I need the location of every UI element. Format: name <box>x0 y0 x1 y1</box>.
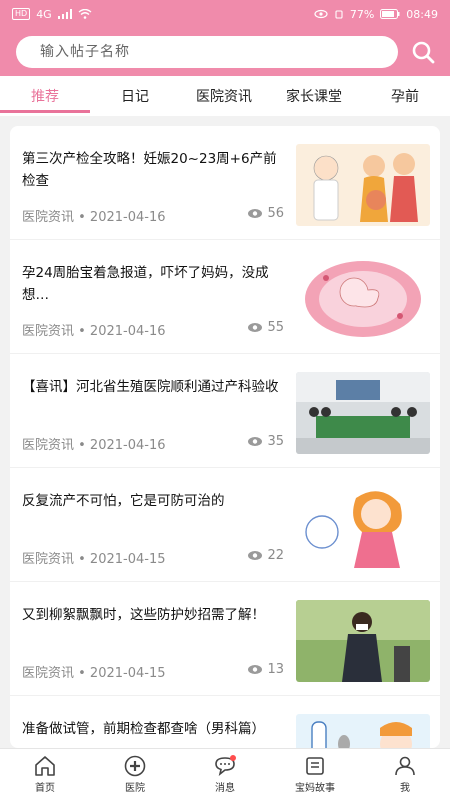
eye-icon <box>248 665 263 674</box>
eye-icon <box>314 9 328 19</box>
article-title: 【喜讯】河北省生殖医院顺利通过产科验收 <box>22 379 279 395</box>
view-count: 35 <box>247 434 284 449</box>
view-count: 13 <box>247 662 284 677</box>
status-bar: HD 4G 77% 08:49 <box>0 0 450 28</box>
nav-home[interactable]: 首页 <box>0 749 90 800</box>
hospital-icon <box>124 755 146 777</box>
tab-hospital-news[interactable]: 医院资讯 <box>180 76 268 116</box>
battery-percent: 77% <box>349 7 375 21</box>
search-input[interactable] <box>16 36 398 68</box>
article-meta: 医院资讯 • 2021-04-15 <box>22 552 166 567</box>
article-meta: 医院资讯 • 2021-04-16 <box>22 210 166 225</box>
article-item[interactable]: 【喜讯】河北省生殖医院顺利通过产科验收 医院资讯 • 2021-04-16 35 <box>10 354 440 468</box>
profile-icon <box>395 756 415 776</box>
article-feed: 第三次产检全攻略！妊娠20~23周+6产前检查 医院资讯 • 2021-04-1… <box>10 126 440 748</box>
article-thumbnail <box>296 372 430 454</box>
eye-icon <box>248 323 263 332</box>
unread-dot <box>229 755 236 761</box>
view-number: 35 <box>267 434 284 449</box>
view-count: 22 <box>247 548 284 563</box>
nav-messages[interactable]: 消息 <box>180 749 270 800</box>
view-number: 22 <box>267 548 284 563</box>
story-icon <box>306 757 324 775</box>
article-meta: 医院资讯 • 2021-04-16 <box>22 324 166 339</box>
tab-parent-class[interactable]: 家长课堂 <box>268 76 360 116</box>
wifi-icon <box>78 9 92 19</box>
article-title: 第三次产检全攻略！妊娠20~23周+6产前检查 <box>22 151 277 189</box>
article-item[interactable]: 第三次产检全攻略！妊娠20~23周+6产前检查 医院资讯 • 2021-04-1… <box>10 126 440 240</box>
eye-icon <box>248 437 263 446</box>
bottom-nav: 首页 医院 消息 宝妈故事 我 <box>0 748 450 800</box>
article-title: 准备做试管，前期检查都查啥（男科篇） <box>22 721 265 737</box>
view-number: 56 <box>267 206 284 221</box>
article-thumbnail <box>296 144 430 226</box>
nav-profile[interactable]: 我 <box>360 749 450 800</box>
clock: 08:49 <box>406 7 438 21</box>
tab-pre-pregnancy[interactable]: 孕前 <box>360 76 450 116</box>
search-button[interactable] <box>408 37 438 67</box>
article-title: 又到柳絮飘飘时，这些防护妙招需了解！ <box>22 607 265 623</box>
article-item[interactable]: 孕24周胎宝着急报道，吓坏了妈妈，没成想… 医院资讯 • 2021-04-16 … <box>10 240 440 354</box>
article-item[interactable]: 反复流产不可怕，它是可防可治的 医院资讯 • 2021-04-15 22 <box>10 468 440 582</box>
view-number: 13 <box>267 662 284 677</box>
view-count: 55 <box>247 320 284 335</box>
article-thumbnail <box>296 600 430 682</box>
home-icon <box>35 756 55 776</box>
hd-indicator: HD <box>12 8 31 20</box>
view-count: 56 <box>247 206 284 221</box>
article-title: 反复流产不可怕，它是可防可治的 <box>22 493 225 509</box>
nav-label: 宝妈故事 <box>295 783 335 794</box>
nav-label: 消息 <box>215 783 235 794</box>
battery-icon <box>380 9 400 19</box>
article-title: 孕24周胎宝着急报道，吓坏了妈妈，没成想… <box>22 265 269 303</box>
signal-label: 4G <box>36 7 52 21</box>
signal-icon <box>57 9 72 19</box>
article-thumbnail <box>296 486 430 568</box>
eye-icon <box>248 209 263 218</box>
search-header <box>0 28 450 76</box>
nav-label: 首页 <box>35 783 55 794</box>
search-icon <box>412 41 435 64</box>
article-item[interactable]: 准备做试管，前期检查都查啥（男科篇） <box>10 696 440 748</box>
article-meta: 医院资讯 • 2021-04-16 <box>22 438 166 453</box>
tab-diary[interactable]: 日记 <box>90 76 180 116</box>
article-thumbnail <box>296 714 430 748</box>
nav-label: 我 <box>400 783 410 794</box>
article-item[interactable]: 又到柳絮飘飘时，这些防护妙招需了解！ 医院资讯 • 2021-04-15 13 <box>10 582 440 696</box>
eye-icon <box>248 551 263 560</box>
category-tabs: 推荐 日记 医院资讯 家长课堂 孕前 <box>0 76 450 116</box>
view-number: 55 <box>267 320 284 335</box>
tab-recommend[interactable]: 推荐 <box>0 76 90 116</box>
nav-hospital[interactable]: 医院 <box>90 749 180 800</box>
nav-mom-stories[interactable]: 宝妈故事 <box>270 749 360 800</box>
mute-icon <box>335 10 343 19</box>
article-meta: 医院资讯 • 2021-04-15 <box>22 666 166 681</box>
nav-label: 医院 <box>125 783 145 794</box>
article-thumbnail <box>296 258 430 340</box>
